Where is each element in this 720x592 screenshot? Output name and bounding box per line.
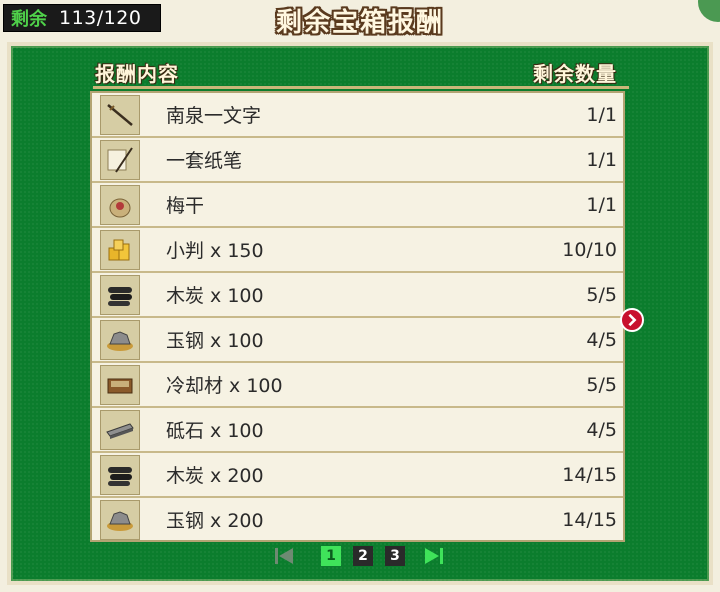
reward-name: 玉钢 x 200 — [166, 510, 264, 532]
reward-name: 冷却材 x 100 — [166, 375, 283, 397]
rewards-panel: 报酬内容 剩余数量 南泉一文字 1/1 一套纸笔 1/1 梅干 1/1 小判 x… — [7, 42, 713, 585]
reward-name: 一套纸笔 — [166, 150, 243, 172]
reward-quantity: 1/1 — [586, 103, 617, 126]
table-row: 一套纸笔 1/1 — [92, 138, 623, 181]
table-row: 玉钢 x 100 4/5 — [92, 318, 623, 361]
header-divider — [93, 86, 629, 89]
charcoal-icon — [100, 454, 140, 495]
reward-quantity: 5/5 — [586, 283, 617, 306]
table-row: 南泉一文字 1/1 — [92, 93, 623, 136]
reward-name: 玉钢 x 100 — [166, 330, 264, 352]
page-button-3[interactable]: 3 — [385, 546, 405, 566]
reward-name: 小判 x 150 — [166, 240, 264, 262]
steel-ore-icon — [100, 499, 140, 540]
chevron-right-icon — [628, 313, 637, 327]
reward-quantity: 1/1 — [586, 193, 617, 216]
reward-quantity: 4/5 — [586, 418, 617, 441]
header-quantity: 剩余数量 — [533, 62, 617, 86]
pagination: 1 2 3 — [273, 543, 445, 569]
paper-brush-icon — [100, 139, 140, 180]
first-page-icon[interactable] — [273, 545, 295, 567]
reward-name: 木炭 x 200 — [166, 465, 264, 487]
pickled-plum-icon — [100, 184, 140, 225]
page-button-2[interactable]: 2 — [353, 546, 373, 566]
table-row: 小判 x 150 10/10 — [92, 228, 623, 271]
reward-name: 梅干 — [166, 195, 205, 217]
last-page-icon[interactable] — [423, 545, 445, 567]
reward-quantity: 14/15 — [562, 508, 617, 531]
sword-icon — [100, 94, 140, 135]
table-row: 砥石 x 100 4/5 — [92, 408, 623, 451]
table-row: 木炭 x 100 5/5 — [92, 273, 623, 316]
table-row: 冷却材 x 100 5/5 — [92, 363, 623, 406]
reward-quantity: 14/15 — [562, 463, 617, 486]
top-bar: 剩余 113/120 剩余宝箱报酬 — [0, 0, 720, 38]
steel-ore-icon — [100, 319, 140, 360]
reward-quantity: 10/10 — [562, 238, 617, 261]
reward-quantity: 4/5 — [586, 328, 617, 351]
reward-name: 南泉一文字 — [166, 105, 262, 127]
page-title: 剩余宝箱报酬 — [275, 8, 444, 38]
whetstone-icon — [100, 409, 140, 450]
table-row: 木炭 x 200 14/15 — [92, 453, 623, 496]
reward-quantity: 1/1 — [586, 148, 617, 171]
next-chevron-button[interactable] — [620, 308, 644, 332]
charcoal-icon — [100, 274, 140, 315]
coolant-box-icon — [100, 364, 140, 405]
header-content: 报酬内容 — [95, 62, 179, 86]
page-button-1[interactable]: 1 — [321, 546, 341, 566]
table-row: 梅干 1/1 — [92, 183, 623, 226]
reward-name: 砥石 x 100 — [166, 420, 264, 442]
reward-name: 木炭 x 100 — [166, 285, 264, 307]
table-row: 玉钢 x 200 14/15 — [92, 498, 623, 540]
reward-list: 南泉一文字 1/1 一套纸笔 1/1 梅干 1/1 小判 x 150 10/10 — [90, 91, 625, 542]
reward-quantity: 5/5 — [586, 373, 617, 396]
gold-coins-icon — [100, 229, 140, 270]
